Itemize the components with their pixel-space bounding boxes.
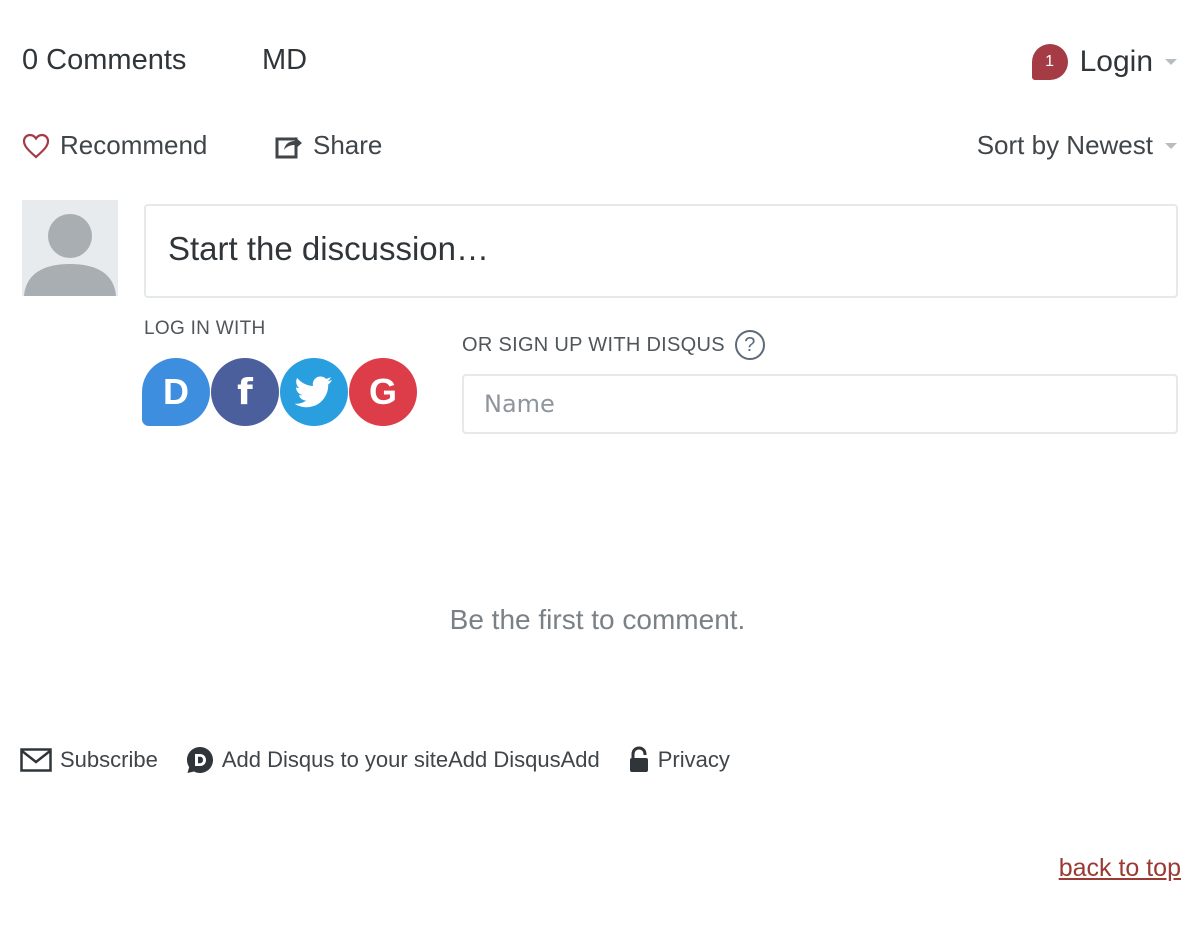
- add-disqus-link[interactable]: Add Disqus to your siteAdd DisqusAdd: [186, 746, 600, 774]
- subscribe-link[interactable]: Subscribe: [20, 747, 158, 773]
- privacy-link[interactable]: Privacy: [628, 746, 730, 774]
- share-icon: [275, 136, 302, 158]
- share-label: Share: [313, 130, 383, 160]
- add-disqus-label: Add Disqus to your siteAdd DisqusAdd: [221, 747, 600, 772]
- back-to-top-link[interactable]: back to top: [1059, 854, 1181, 883]
- site-name-tab[interactable]: MD: [262, 44, 307, 77]
- login-menu[interactable]: 1 Login: [1031, 44, 1177, 80]
- twitter-icon: [295, 376, 332, 408]
- heart-icon: [22, 133, 50, 158]
- google-login-button[interactable]: G: [349, 358, 417, 426]
- disqus-login-button[interactable]: D: [142, 358, 210, 426]
- login-with-label: LOG IN WITH: [144, 318, 266, 339]
- notification-badge[interactable]: 1: [1031, 44, 1068, 80]
- social-login-buttons: D f G: [142, 358, 418, 426]
- facebook-login-button[interactable]: f: [211, 358, 279, 426]
- footer-links: Subscribe Add Disqus to your siteAdd Dis…: [20, 746, 758, 774]
- login-label: Login: [1079, 45, 1153, 78]
- sort-dropdown[interactable]: Sort by Newest: [977, 130, 1177, 161]
- privacy-label: Privacy: [657, 747, 730, 772]
- envelope-icon: [20, 748, 52, 772]
- signup-heading: OR SIGN UP WITH DISQUS ?: [462, 330, 765, 360]
- recommend-button[interactable]: Recommend: [22, 130, 207, 161]
- user-icon: [24, 214, 116, 296]
- signup-label: OR SIGN UP WITH DISQUS: [462, 333, 725, 356]
- avatar: [22, 200, 118, 296]
- comment-textbox[interactable]: Start the discussion…: [144, 204, 1178, 298]
- subscribe-label: Subscribe: [60, 747, 158, 772]
- comment-count: 0 Comments: [22, 44, 187, 76]
- help-icon[interactable]: ?: [734, 330, 765, 360]
- chevron-down-icon: [1165, 59, 1177, 65]
- lock-icon: [629, 746, 648, 772]
- chevron-down-icon: [1165, 142, 1177, 149]
- sort-label: Sort by Newest: [976, 130, 1153, 160]
- share-button[interactable]: Share: [275, 130, 382, 161]
- name-input[interactable]: [462, 374, 1178, 434]
- recommend-label: Recommend: [60, 130, 208, 160]
- disqus-icon: [186, 747, 213, 773]
- empty-state-message: Be the first to comment.: [449, 604, 746, 635]
- twitter-login-button[interactable]: [280, 358, 348, 426]
